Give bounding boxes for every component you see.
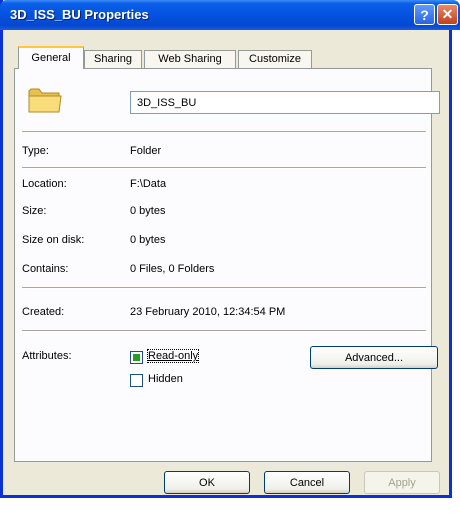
tab-sharing-label: Sharing xyxy=(94,53,132,65)
window-title: 3D_ISS_BU Properties xyxy=(10,7,149,22)
size-value: 0 bytes xyxy=(130,205,166,217)
help-icon[interactable]: ? xyxy=(414,4,435,25)
size-label: Size: xyxy=(22,205,47,217)
type-label: Type: xyxy=(22,145,49,157)
location-label: Location: xyxy=(22,178,67,190)
contains-label: Contains: xyxy=(22,263,69,275)
created-label: Created: xyxy=(22,306,65,318)
separator xyxy=(22,287,426,289)
separator xyxy=(22,131,426,133)
close-icon[interactable]: ✕ xyxy=(437,4,458,25)
advanced-button[interactable]: Advanced... xyxy=(310,346,438,369)
title-bar[interactable]: 3D_ISS_BU Properties ? ✕ xyxy=(0,0,460,30)
created-value: 23 February 2010, 12:34:54 PM xyxy=(130,306,286,318)
size-on-disk-label: Size on disk: xyxy=(22,234,85,246)
apply-button-label: Apply xyxy=(388,476,416,489)
ok-button-label: OK xyxy=(199,476,215,489)
ok-button[interactable]: OK xyxy=(164,471,250,494)
hidden-checkbox[interactable] xyxy=(130,374,143,387)
folder-name-input[interactable] xyxy=(130,91,440,114)
apply-button: Apply xyxy=(364,471,440,494)
readonly-label[interactable]: Read-only xyxy=(146,349,200,363)
tab-general-label: General xyxy=(31,52,71,64)
hidden-label-text: Hidden xyxy=(148,373,183,385)
size-on-disk-value: 0 bytes xyxy=(130,234,166,246)
folder-icon xyxy=(28,88,62,113)
cancel-button-label: Cancel xyxy=(289,476,325,489)
tab-general[interactable]: General xyxy=(18,46,84,69)
contains-value: 0 Files, 0 Folders xyxy=(130,263,215,275)
advanced-button-label: Advanced... xyxy=(344,351,404,364)
tab-web-sharing[interactable]: Web Sharing xyxy=(144,50,236,68)
attributes-label: Attributes: xyxy=(22,350,72,362)
tab-customize[interactable]: Customize xyxy=(238,50,312,68)
type-value: Folder xyxy=(130,145,162,157)
tab-customize-label: Customize xyxy=(249,53,301,65)
readonly-label-text: Read-only xyxy=(148,350,199,362)
hidden-label[interactable]: Hidden xyxy=(148,373,183,385)
tab-web-sharing-label: Web Sharing xyxy=(158,53,222,65)
readonly-checkbox[interactable] xyxy=(130,351,143,364)
separator xyxy=(22,167,426,169)
general-panel xyxy=(14,68,432,462)
cancel-button[interactable]: Cancel xyxy=(264,471,350,494)
location-value: F:\Data xyxy=(130,178,167,190)
separator xyxy=(22,330,426,332)
tab-sharing[interactable]: Sharing xyxy=(84,50,142,68)
